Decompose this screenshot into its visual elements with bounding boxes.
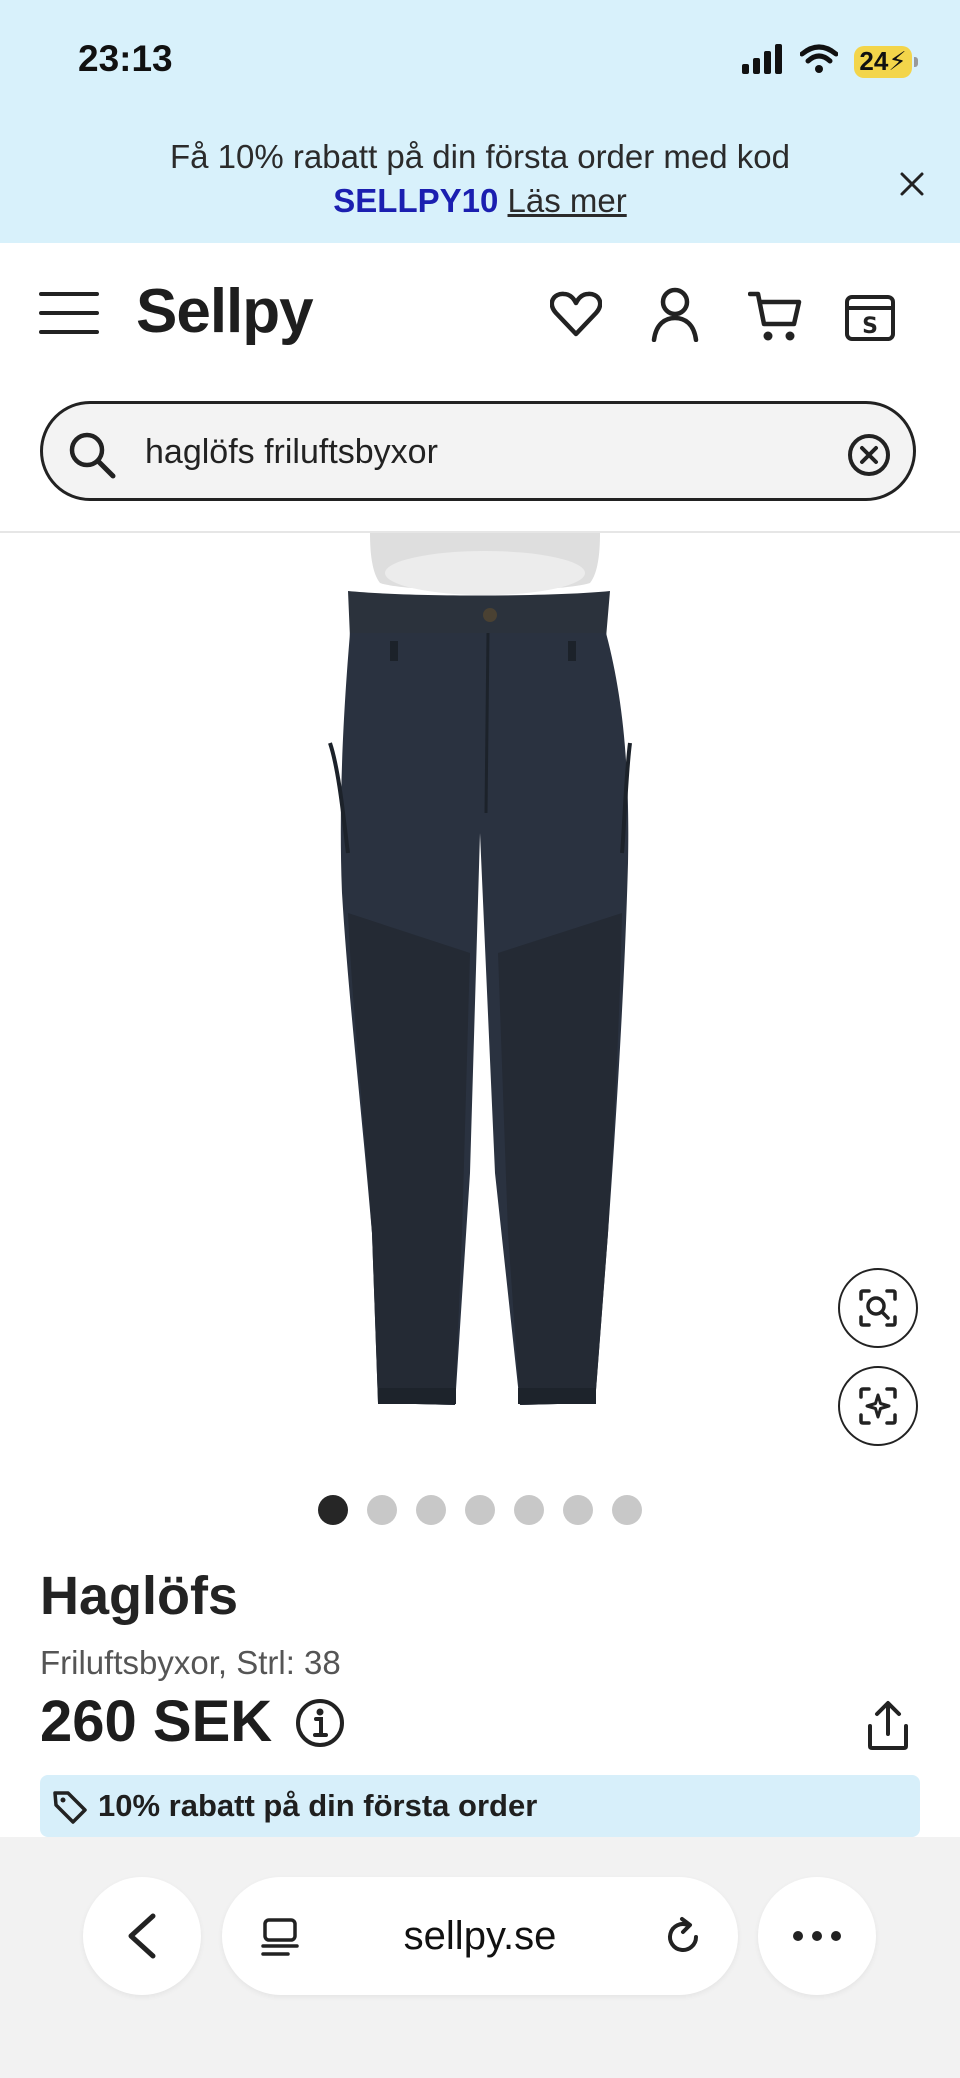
- share-button[interactable]: [866, 1700, 910, 1757]
- cart-icon: [748, 291, 802, 341]
- close-icon: [900, 172, 924, 196]
- reload-icon[interactable]: [662, 1915, 704, 1957]
- product-subtitle: Friluftsbyxor, Strl: 38: [40, 1644, 341, 1681]
- cart-button[interactable]: [745, 286, 805, 346]
- svg-text:S: S: [862, 314, 878, 339]
- discount-banner: 10% rabatt på din första order: [40, 1775, 920, 1837]
- hamburger-icon: [39, 292, 99, 334]
- more-icon: [793, 1931, 841, 1941]
- pants-image: [328, 533, 632, 1405]
- chevron-left-icon: [128, 1913, 156, 1959]
- image-carousel-dots: [0, 1495, 960, 1525]
- share-icon: [868, 1701, 908, 1750]
- account-button[interactable]: [645, 284, 705, 344]
- carousel-dot-2[interactable]: [367, 1495, 397, 1525]
- search-bar[interactable]: [40, 401, 916, 501]
- search-input[interactable]: [143, 420, 827, 484]
- clear-search-button[interactable]: [847, 433, 891, 477]
- battery-icon: 24 ⚡: [854, 45, 918, 78]
- sparkle-scan-icon: [859, 1387, 897, 1425]
- carousel-dot-1[interactable]: [318, 1495, 348, 1525]
- promo-close-button[interactable]: [894, 166, 930, 202]
- tag-icon: [53, 1791, 87, 1824]
- carousel-dot-6[interactable]: [563, 1495, 593, 1525]
- carousel-dot-4[interactable]: [465, 1495, 495, 1525]
- sell-bag-button[interactable]: S: [842, 290, 898, 346]
- zoom-button[interactable]: [838, 1268, 918, 1348]
- sell-bag-icon: S: [845, 295, 895, 341]
- carousel-dot-7[interactable]: [612, 1495, 642, 1525]
- browser-address-bar[interactable]: sellpy.se: [222, 1877, 738, 1995]
- promo-read-more-link[interactable]: Läs mer: [508, 182, 627, 219]
- product-brand: Haglöfs: [40, 1566, 239, 1626]
- status-icons: 24 ⚡: [742, 44, 918, 79]
- zoom-search-icon: [859, 1289, 897, 1327]
- signal-icon: [742, 44, 784, 79]
- clear-icon: [848, 434, 890, 476]
- status-time: 23:13: [78, 38, 173, 79]
- battery-level: 24: [859, 46, 889, 76]
- promo-banner: Få 10% rabatt på din första order med ko…: [0, 135, 960, 223]
- user-icon: [651, 287, 699, 342]
- carousel-dot-3[interactable]: [416, 1495, 446, 1525]
- reader-mode-icon: [261, 1918, 299, 1956]
- heart-icon: [550, 291, 602, 337]
- favorites-button[interactable]: [546, 286, 606, 342]
- product-price: 260 SEK: [40, 1689, 273, 1754]
- browser-url: sellpy.se: [403, 1913, 557, 1958]
- discount-text: 10% rabatt på din första order: [98, 1788, 538, 1823]
- carousel-dot-5[interactable]: [514, 1495, 544, 1525]
- sellpy-logo[interactable]: Sellpy: [136, 276, 314, 347]
- promo-code: SELLPY10: [333, 182, 499, 219]
- info-icon: [296, 1699, 344, 1747]
- wifi-icon: [799, 44, 839, 79]
- browser-back-button[interactable]: [83, 1877, 201, 1995]
- browser-more-button[interactable]: [758, 1877, 876, 1995]
- visual-search-button[interactable]: [838, 1366, 918, 1446]
- product-image[interactable]: [0, 533, 960, 1433]
- promo-text: Få 10% rabatt på din första order med ko…: [169, 138, 790, 175]
- price-info-button[interactable]: [294, 1697, 346, 1754]
- search-icon: [69, 432, 116, 479]
- menu-button[interactable]: [38, 288, 100, 338]
